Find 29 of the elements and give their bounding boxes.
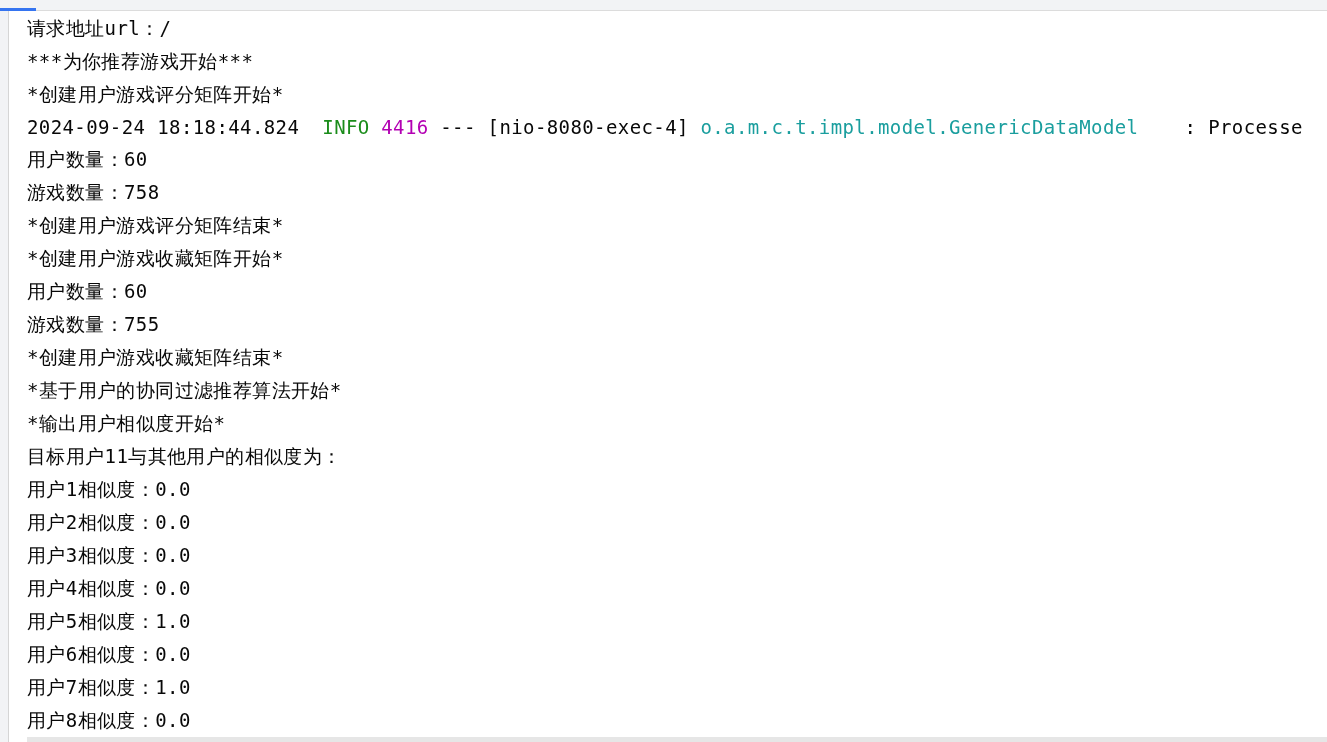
console-line: 用户1相似度：0.0 [27, 477, 192, 503]
console-line: 请求地址url：/ [27, 16, 173, 41]
console-line: 用户5相似度：1.0 [27, 609, 192, 635]
horizontal-scrollbar[interactable] [27, 737, 1327, 742]
console-line: 用户3相似度：0.0 [27, 543, 192, 569]
console-line: *创建用户游戏收藏矩阵开始* [27, 246, 285, 272]
console-line: 用户6相似度：0.0 [27, 642, 192, 668]
console-line: *创建用户游戏评分矩阵结束* [27, 213, 285, 239]
thread-name: --- [nio-8080-exec-4] [440, 116, 689, 139]
console-line: 游戏数量：758 [27, 180, 161, 206]
console-line: *输出用户相似度开始* [27, 411, 227, 437]
console-line: 用户8相似度：0.0 [27, 708, 192, 734]
process-id: 4416 [381, 116, 429, 139]
console-line: ***为你推荐游戏开始*** [27, 49, 255, 74]
console-line: 用户4相似度：0.0 [27, 576, 192, 602]
console-line: 游戏数量：755 [27, 312, 161, 338]
console-line: 用户数量：60 [27, 147, 149, 173]
console-line: *创建用户游戏评分矩阵开始* [27, 82, 285, 107]
logger-name: o.a.m.c.t.impl.model.GenericDataModel [700, 116, 1139, 139]
log-timestamp: 2024-09-24 18:18:44.824 [27, 116, 300, 139]
log-level: INFO [322, 116, 370, 139]
console-line: *基于用户的协同过滤推荐算法开始* [27, 378, 343, 404]
console-line: 用户7相似度：1.0 [27, 675, 192, 701]
console-line: *创建用户游戏收藏矩阵结束* [27, 345, 285, 371]
log-message: : Processe [1184, 116, 1303, 139]
console-line: 目标用户11与其他用户的相似度为： [27, 444, 343, 470]
console-line: 用户数量：60 [27, 279, 149, 305]
tab-indicator [0, 8, 36, 11]
console-line: 用户2相似度：0.0 [27, 510, 192, 536]
